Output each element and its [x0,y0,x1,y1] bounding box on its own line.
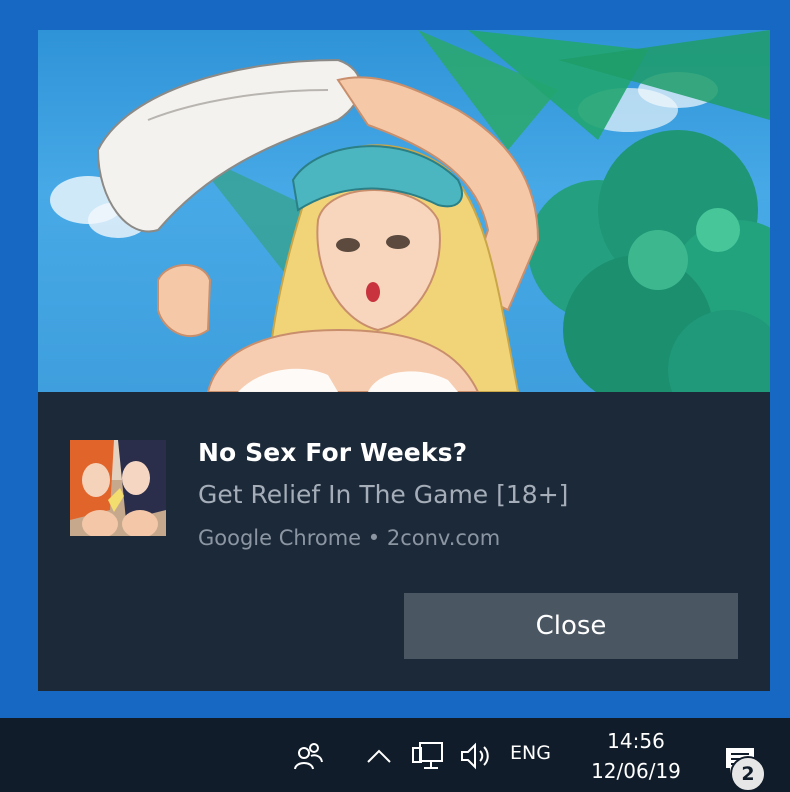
date-label: 12/06/19 [591,759,681,783]
taskbar: ENG 14:56 12/06/19 2 [0,718,790,792]
hero-image[interactable] [38,30,770,392]
anime-characters-thumbnail [70,440,166,536]
clock[interactable]: 14:56 12/06/19 [580,726,692,786]
chevron-up-icon[interactable] [362,736,396,776]
beach-illustration [50,30,770,392]
app-logo [70,440,166,536]
network-icon[interactable] [408,736,448,776]
volume-icon[interactable] [456,736,496,776]
people-icon[interactable] [288,736,328,776]
toast-body: No Sex For Weeks? Get Relief In The Game… [38,392,770,691]
notification-title: No Sex For Weeks? [198,438,468,467]
language-indicator[interactable]: ENG [510,742,551,764]
notification-attribution: Google Chrome • 2conv.com [198,526,501,550]
close-button[interactable]: Close [404,593,738,659]
notification-message: Get Relief In The Game [18+] [198,480,569,509]
time-label: 14:56 [607,729,665,753]
notification-count-badge: 2 [730,756,766,792]
toast-notification[interactable]: No Sex For Weeks? Get Relief In The Game… [38,30,770,691]
